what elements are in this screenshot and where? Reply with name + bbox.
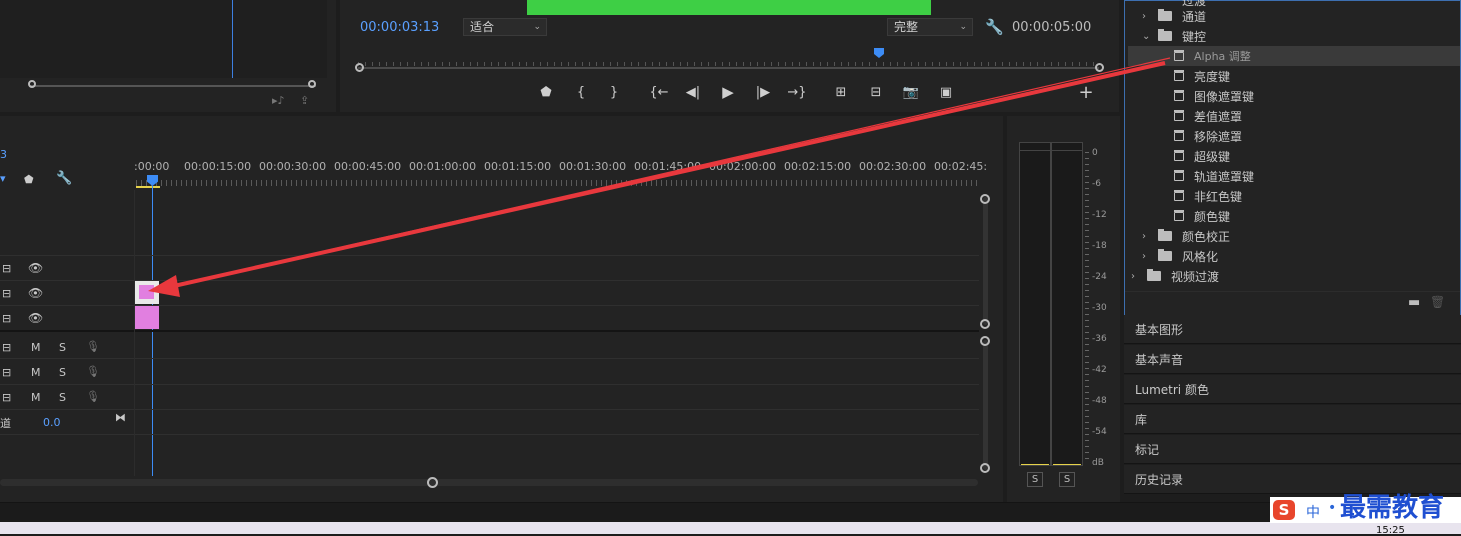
sogou-logo-icon[interactable]: S [1273,500,1295,520]
system-clock: 15:25 [1376,525,1405,536]
ime-mode-label[interactable]: 中 [1306,502,1320,522]
watermark-text: 最需教育 [1340,493,1445,523]
ime-punct-dot[interactable]: • [1328,500,1336,516]
status-bar [0,502,1461,523]
annotation-arrow [148,57,1171,297]
taskbar [0,522,1461,534]
